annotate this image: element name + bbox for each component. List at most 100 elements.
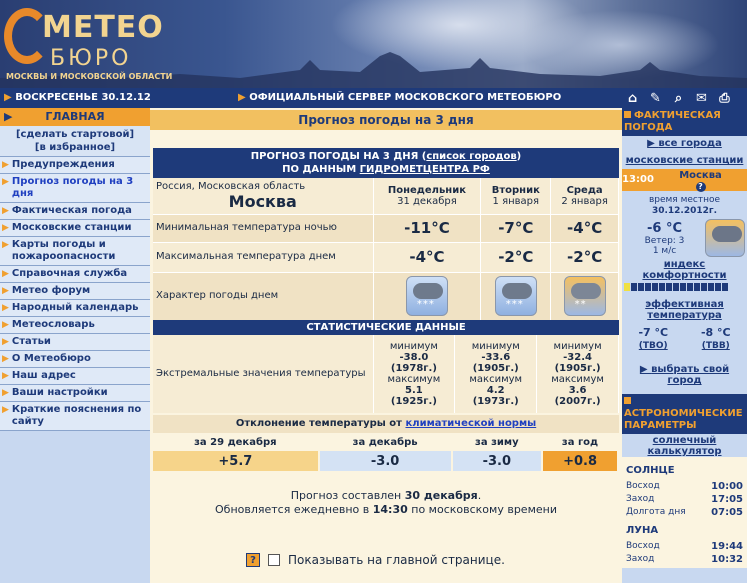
nav-item-forum[interactable]: ▶ Метео форум	[0, 283, 150, 300]
left-sidebar: ▶ ГЛАВНАЯ [сделать стартовой] [в избранно…	[0, 108, 150, 583]
current-temp: -6 °C	[646, 220, 682, 236]
day-date: 31 декабря	[397, 195, 457, 207]
search-icon[interactable]: ⌕	[670, 90, 687, 106]
tvv-label[interactable]: (ТВВ)	[702, 341, 730, 351]
region-label: Россия, Московская область	[156, 180, 306, 192]
nav-item-warnings[interactable]: ▶ Предупреждения	[0, 157, 150, 174]
forecast-header-text: ПРОГНОЗ ПОГОДЫ НА 3 ДНЯ (	[250, 151, 427, 162]
show-on-main-checkbox[interactable]	[268, 554, 280, 566]
sunrise-time: 10:00	[711, 481, 743, 492]
moonrise-time: 19:44	[711, 541, 743, 552]
arrow-right-icon: ▶	[238, 92, 246, 103]
tvo-value: -7 °C	[638, 326, 669, 339]
right-sidebar: ФАКТИЧЕСКАЯ ПОГОДА ▶ все города московск…	[622, 108, 747, 583]
deviation-value: +5.7	[153, 451, 320, 471]
nav-item-forecast-3days[interactable]: ▶ Прогноз погоды на 3 дня	[0, 174, 150, 203]
arrow-right-icon: ▶	[2, 303, 9, 313]
arrow-right-icon: ▶	[647, 138, 659, 149]
nav-item-folk-calendar[interactable]: ▶ Народный календарь	[0, 300, 150, 317]
min-temp-value: -7°C	[480, 214, 552, 243]
logo-word-top: МЕТЕО	[42, 10, 164, 45]
nav-item-articles[interactable]: ▶ Статьи	[0, 334, 150, 351]
deviation-title: Отклонение температуры от	[235, 418, 406, 429]
nav-item-address[interactable]: ▶ Наш адрес	[0, 368, 150, 385]
add-favorites-link[interactable]: [в избранное]	[0, 141, 150, 154]
observation-time: 13:00	[622, 169, 654, 191]
station-city[interactable]: Москва?	[654, 169, 747, 192]
nav-item-about[interactable]: ▶ О Метеобюро	[0, 351, 150, 368]
show-on-main-label: Показывать на главной странице.	[288, 553, 505, 567]
actual-weather-title: ФАКТИЧЕСКАЯ ПОГОДА	[624, 110, 721, 133]
day-header: Вторник 1 января	[480, 178, 552, 215]
climate-norm-link[interactable]: климатической нормы	[405, 418, 536, 429]
nav-item-moscow-stations[interactable]: ▶ Московские станции	[0, 220, 150, 237]
forecast-note: Прогноз составлен 30 декабря. Обновляетс…	[215, 489, 557, 516]
nav-home-label: ГЛАВНАЯ	[45, 110, 105, 123]
nav-item-label: О Метеобюро	[11, 353, 91, 364]
hydromet-link[interactable]: ГИДРОМЕТЦЕНТРА РФ	[360, 164, 490, 175]
note-prefix: Прогноз составлен	[290, 489, 405, 502]
tvv-block: -8 °C (ТВВ)	[701, 327, 731, 352]
wind-unit: 1 м/с	[652, 245, 677, 256]
arrow-right-icon: ▶	[639, 364, 652, 375]
nav-item-settings[interactable]: ▶ Ваши настройки	[0, 385, 150, 402]
stat-min-label: минимум	[389, 341, 438, 352]
nav-item-dictionary[interactable]: ▶ Метеословарь	[0, 317, 150, 334]
moscow-stations-link[interactable]: московские станции	[622, 155, 747, 166]
stat-max-value: 5.1	[405, 385, 423, 396]
solar-calculator-link[interactable]: солнечный калькулятор	[622, 435, 747, 457]
sunset-label: Заход	[626, 494, 655, 504]
sunset-row: Заход 17:05	[626, 493, 743, 506]
make-start-link[interactable]: [сделать стартовой]	[0, 128, 150, 141]
day-date: 1 января	[492, 195, 540, 207]
day-header: Среда 2 января	[550, 178, 619, 215]
logo-word-mid: БЮРО	[50, 46, 132, 71]
snow-cloud-icon: ***	[494, 276, 537, 316]
nav-item-actual-weather[interactable]: ▶ Фактическая погода	[0, 203, 150, 220]
home-icon[interactable]: ⌂	[624, 90, 641, 106]
day-name: Среда	[566, 184, 603, 196]
effective-temp-link[interactable]: эффективная температура	[622, 299, 747, 321]
stat-min-value: -38.0	[399, 352, 429, 363]
astro-title: АСТРОНОМИЧЕСКИЕ ПАРАМЕТРЫ	[624, 408, 743, 431]
page-title: Прогноз погоды на 3 дня	[150, 110, 622, 130]
stat-max-year: (1925г.)	[390, 396, 437, 407]
help-icon[interactable]: ?	[246, 553, 260, 567]
help-icon[interactable]: ?	[695, 182, 706, 192]
stat-min-label: минимум	[471, 341, 520, 352]
note-time: 14:30	[372, 503, 408, 516]
print-icon[interactable]: ⎙	[716, 90, 733, 106]
arrow-right-icon: ▶	[2, 405, 9, 415]
arrow-right-icon: ▶	[4, 110, 13, 123]
all-cities-label: все города	[658, 138, 722, 149]
stat-cell: минимум -33.6 (1905г.) максимум 4.2 (197…	[454, 335, 538, 413]
arrow-right-icon: ▶	[2, 177, 9, 187]
actual-weather-header: ФАКТИЧЕСКАЯ ПОГОДА	[622, 108, 747, 136]
moonset-time: 10:32	[711, 554, 743, 565]
nav-item-site-help[interactable]: ▶ Краткие пояснения по сайту	[0, 402, 150, 431]
stat-max-label: максимум	[469, 374, 523, 385]
deviation-value: +0.8	[542, 451, 619, 471]
mail-icon[interactable]: ✉	[693, 90, 710, 106]
moonrise-row: Восход 19:44	[626, 540, 743, 553]
tvo-label[interactable]: (ТВО)	[639, 341, 668, 351]
site-logo[interactable]: МЕТЕО БЮРО МОСКВЫ И МОСКОВСКОЙ ОБЛАСТИ	[4, 6, 172, 84]
all-cities-link[interactable]: ▶ все города	[622, 138, 747, 149]
moonset-label: Заход	[626, 554, 655, 564]
nav-item-help-service[interactable]: ▶ Справочная служба	[0, 266, 150, 283]
stat-min-year: (1905г.)	[554, 363, 601, 374]
arrow-right-icon: ▶	[2, 240, 9, 250]
city-list-link[interactable]: список городов	[426, 151, 516, 162]
note-update-prefix: Обновляется ежедневно в	[215, 503, 373, 516]
day-name: Понедельник	[387, 184, 466, 196]
comfort-index-link[interactable]: индекс комфортности	[622, 259, 747, 281]
stat-min-year: (1978г.)	[390, 363, 437, 374]
nav-item-weather-maps[interactable]: ▶ Карты погоды и пожароопасности	[0, 237, 150, 266]
square-icon	[624, 111, 631, 118]
deviation-label: за год	[542, 433, 619, 451]
choose-city-link[interactable]: ▶ выбрать свой город	[622, 364, 747, 386]
deviation-value: -3.0	[451, 451, 544, 471]
tools-icon[interactable]: ✎	[647, 90, 664, 106]
current-date: ▶ ВОСКРЕСЕНЬЕ 30.12.12	[4, 92, 151, 103]
nav-home[interactable]: ▶ ГЛАВНАЯ	[0, 108, 150, 126]
